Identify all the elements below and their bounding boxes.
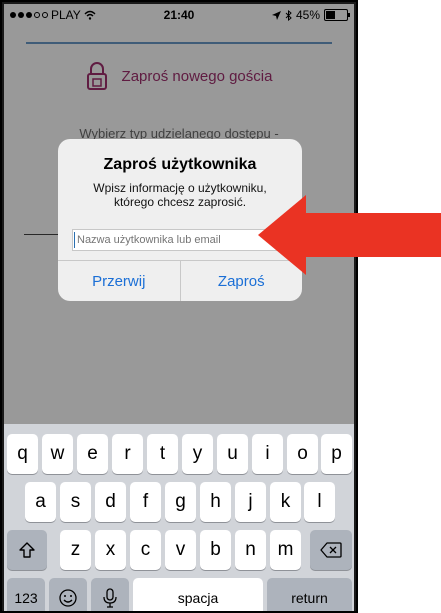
dialog-message-line1: Wpisz informację o użytkowniku, xyxy=(93,181,267,195)
username-email-input[interactable] xyxy=(72,229,286,251)
status-bar: PLAY 21:40 45% xyxy=(4,4,354,26)
location-icon xyxy=(271,10,281,20)
key-f[interactable]: f xyxy=(130,482,161,522)
numbers-key[interactable]: 123 xyxy=(7,578,45,611)
key-e[interactable]: e xyxy=(77,434,108,474)
text-caret xyxy=(74,232,75,248)
return-key[interactable]: return xyxy=(267,578,352,611)
battery-percent: 45% xyxy=(295,8,320,22)
key-y[interactable]: y xyxy=(182,434,213,474)
key-j[interactable]: j xyxy=(235,482,266,522)
shift-icon xyxy=(19,542,35,558)
key-x[interactable]: x xyxy=(95,530,126,570)
key-s[interactable]: s xyxy=(60,482,91,522)
key-m[interactable]: m xyxy=(270,530,301,570)
key-w[interactable]: w xyxy=(42,434,73,474)
key-d[interactable]: d xyxy=(95,482,126,522)
emoji-icon xyxy=(59,589,77,607)
battery-icon xyxy=(324,9,350,21)
key-p[interactable]: p xyxy=(321,434,352,474)
key-v[interactable]: v xyxy=(165,530,196,570)
key-q[interactable]: q xyxy=(7,434,38,474)
status-right: 45% xyxy=(271,8,350,22)
key-l[interactable]: l xyxy=(304,482,335,522)
screen: Zaproś nowego gościa Wybierz typ udziela… xyxy=(4,4,354,611)
key-n[interactable]: n xyxy=(235,530,266,570)
key-a[interactable]: a xyxy=(25,482,56,522)
key-r[interactable]: r xyxy=(112,434,143,474)
key-t[interactable]: t xyxy=(147,434,178,474)
red-arrow-annotation xyxy=(258,195,441,280)
dictation-key[interactable] xyxy=(91,578,129,611)
key-b[interactable]: b xyxy=(200,530,231,570)
bluetooth-icon xyxy=(285,9,292,21)
shift-key[interactable] xyxy=(7,530,47,570)
key-g[interactable]: g xyxy=(165,482,196,522)
keyboard: q w e r t y u i o p a s d f g h j k l z … xyxy=(4,424,354,611)
phone-frame: Zaproś nowego gościa Wybierz typ udziela… xyxy=(0,0,358,613)
key-z[interactable]: z xyxy=(60,530,91,570)
space-key[interactable]: spacja xyxy=(133,578,263,611)
key-h[interactable]: h xyxy=(200,482,231,522)
cancel-button[interactable]: Przerwij xyxy=(58,261,180,301)
microphone-icon xyxy=(103,588,117,608)
key-o[interactable]: o xyxy=(287,434,318,474)
dialog-title: Zaproś użytkownika xyxy=(103,156,257,173)
emoji-key[interactable] xyxy=(49,578,87,611)
key-i[interactable]: i xyxy=(252,434,283,474)
key-c[interactable]: c xyxy=(130,530,161,570)
key-k[interactable]: k xyxy=(270,482,301,522)
backspace-key[interactable] xyxy=(310,530,352,570)
key-u[interactable]: u xyxy=(217,434,248,474)
backspace-icon xyxy=(320,542,342,558)
